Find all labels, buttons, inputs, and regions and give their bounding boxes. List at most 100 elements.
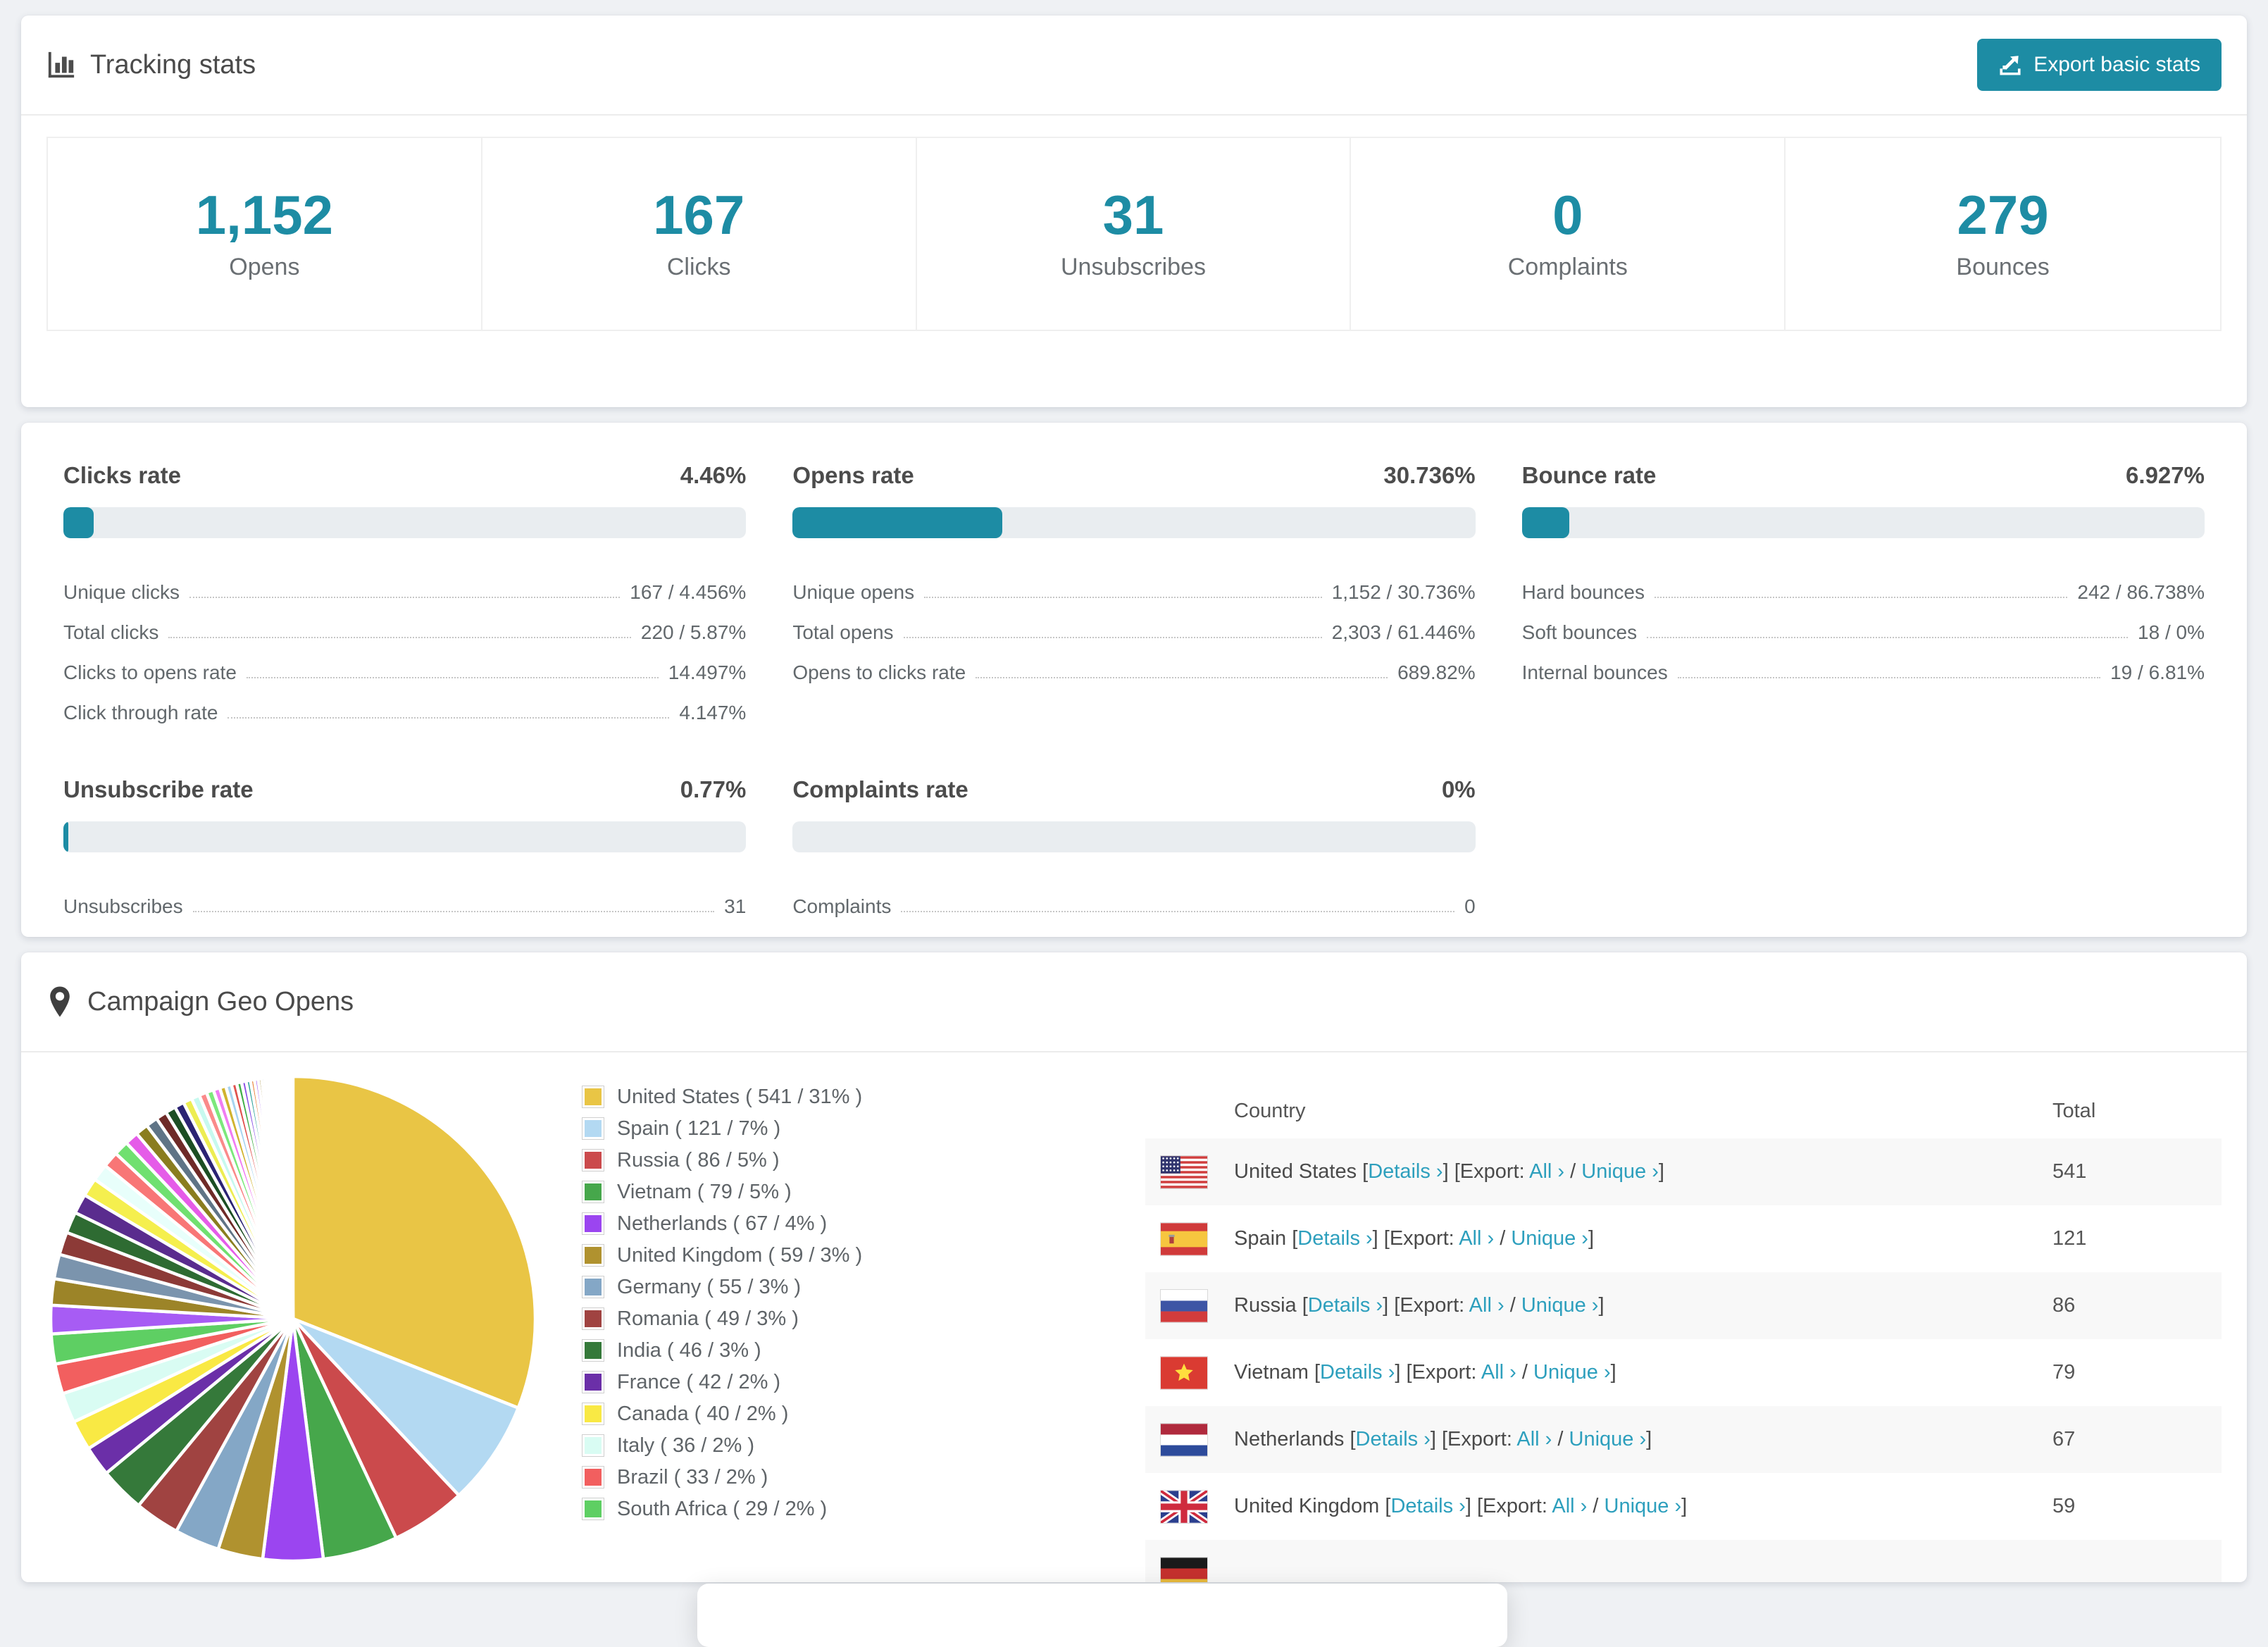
legend-item[interactable]: Romania ( 49 / 3% ) bbox=[582, 1307, 1145, 1331]
legend-swatch bbox=[582, 1244, 604, 1267]
export-all-link[interactable]: All › bbox=[1516, 1428, 1552, 1450]
map-marker-icon bbox=[50, 986, 70, 1017]
dotted-leader bbox=[189, 597, 621, 598]
legend-item[interactable]: Canada ( 40 / 2% ) bbox=[582, 1402, 1145, 1426]
rate-detail-row: Total opens 2,303 / 61.446% bbox=[792, 604, 1475, 644]
country-cell: Netherlands [Details ›] [Export: All › /… bbox=[1145, 1422, 2052, 1457]
opens-rate-value: 30.736% bbox=[1383, 462, 1476, 488]
pie-slice-other[interactable] bbox=[289, 1074, 295, 1319]
dotted-leader bbox=[246, 677, 659, 678]
details-link[interactable]: Details › bbox=[1368, 1160, 1443, 1183]
rate-detail-label: Click through rate bbox=[63, 702, 218, 723]
export-all-link[interactable]: All › bbox=[1459, 1227, 1494, 1250]
export-prefix: Export: bbox=[1459, 1160, 1525, 1183]
legend-swatch bbox=[582, 1181, 604, 1203]
export-icon bbox=[2000, 56, 2021, 75]
legend-item[interactable]: Spain ( 121 / 7% ) bbox=[582, 1117, 1145, 1141]
legend-item[interactable]: Netherlands ( 67 / 4% ) bbox=[582, 1212, 1145, 1236]
pie-legend: United States ( 541 / 31% ) Spain ( 121 /… bbox=[582, 1052, 1145, 1521]
legend-label: Canada ( 40 / 2% ) bbox=[617, 1403, 789, 1425]
export-all-link[interactable]: All › bbox=[1481, 1361, 1516, 1384]
ru-flag-icon bbox=[1160, 1288, 1208, 1323]
country-cell: Vietnam [Details ›] [Export: All › / Uni… bbox=[1145, 1355, 2052, 1390]
legend-item[interactable]: Italy ( 36 / 2% ) bbox=[582, 1434, 1145, 1458]
export-prefix: Export: bbox=[1400, 1294, 1465, 1317]
details-link[interactable]: Details › bbox=[1390, 1495, 1465, 1517]
rate-detail-label: Hard bounces bbox=[1521, 581, 1645, 603]
opens-rate-section: Opens rate 30.736% Unique opens 1,152 / 3… bbox=[792, 462, 1476, 724]
geo-table-header: Country Total bbox=[1145, 1083, 2222, 1138]
geo-pie-chart[interactable] bbox=[46, 1072, 540, 1565]
rate-detail-value: 2,303 / 61.446% bbox=[1331, 621, 1476, 643]
stat-clicks-value: 167 bbox=[653, 183, 745, 246]
export-all-link[interactable]: All › bbox=[1529, 1160, 1564, 1183]
stat-bounces-label: Bounces bbox=[1956, 253, 2050, 280]
legend-item[interactable]: Germany ( 55 / 3% ) bbox=[582, 1275, 1145, 1299]
country-cell: United States [Details ›] [Export: All ›… bbox=[1145, 1155, 2052, 1189]
total-column-header: Total bbox=[2052, 1099, 2096, 1122]
complaints-rate-value: 0% bbox=[1441, 776, 1476, 802]
stat-bounces: 279 Bounces bbox=[1786, 138, 2220, 330]
details-link[interactable]: Details › bbox=[1320, 1361, 1395, 1384]
export-unique-link[interactable]: Unique › bbox=[1605, 1495, 1682, 1517]
export-unique-link[interactable]: Unique › bbox=[1521, 1294, 1599, 1317]
export-all-link[interactable]: All › bbox=[1552, 1495, 1587, 1517]
legend-item[interactable]: Vietnam ( 79 / 5% ) bbox=[582, 1180, 1145, 1204]
export-unique-link[interactable]: Unique › bbox=[1533, 1361, 1611, 1384]
export-unique-link[interactable]: Unique › bbox=[1569, 1428, 1647, 1450]
rate-detail-row: Internal bounces 19 / 6.81% bbox=[1522, 644, 2205, 684]
clicks-rate-title: Clicks rate bbox=[63, 462, 181, 488]
legend-item[interactable]: France ( 42 / 2% ) bbox=[582, 1370, 1145, 1394]
export-button-label: Export basic stats bbox=[2033, 53, 2200, 76]
country-cell: Spain [Details ›] [Export: All › / Uniqu… bbox=[1145, 1222, 2052, 1256]
rate-detail-row: Unsubscribes 31 bbox=[63, 878, 746, 918]
details-link[interactable]: Details › bbox=[1297, 1227, 1372, 1250]
tracking-stats-title-text: Tracking stats bbox=[90, 49, 256, 80]
legend-item[interactable]: Brazil ( 33 / 2% ) bbox=[582, 1465, 1145, 1489]
slash-separator: / bbox=[1557, 1428, 1564, 1450]
next-card-partial bbox=[697, 1584, 1507, 1647]
export-unique-link[interactable]: Unique › bbox=[1581, 1160, 1659, 1183]
geo-table-row: Netherlands [Details ›] [Export: All › /… bbox=[1145, 1406, 2222, 1473]
legend-label: India ( 46 / 3% ) bbox=[617, 1339, 761, 1362]
details-link[interactable]: Details › bbox=[1356, 1428, 1431, 1450]
country-name: Spain bbox=[1234, 1227, 1287, 1250]
es-flag-icon bbox=[1160, 1222, 1208, 1256]
total-cell: 59 bbox=[2052, 1495, 2076, 1517]
legend-swatch bbox=[582, 1403, 604, 1425]
total-cell: 121 bbox=[2052, 1227, 2087, 1250]
legend-item[interactable]: India ( 46 / 3% ) bbox=[582, 1338, 1145, 1362]
legend-item[interactable]: United States ( 541 / 31% ) bbox=[582, 1085, 1145, 1109]
progress-fill bbox=[1521, 507, 1569, 538]
unsubscribe-rate-value: 0.77% bbox=[680, 776, 747, 802]
rate-detail-value: 18 / 0% bbox=[2138, 621, 2205, 643]
country-links-text: Netherlands [Details ›] [Export: All › /… bbox=[1234, 1428, 1652, 1450]
legend-swatch bbox=[582, 1466, 604, 1488]
geo-table-row bbox=[1145, 1540, 2222, 1582]
legend-item[interactable]: South Africa ( 29 / 2% ) bbox=[582, 1497, 1145, 1521]
tracking-stats-card: Tracking stats Export basic stats 1,152 … bbox=[21, 15, 2247, 407]
rate-detail-value: 19 / 6.81% bbox=[2110, 661, 2205, 683]
country-name: United States bbox=[1234, 1160, 1357, 1183]
export-all-link[interactable]: All › bbox=[1469, 1294, 1504, 1317]
legend-item[interactable]: United Kingdom ( 59 / 3% ) bbox=[582, 1243, 1145, 1267]
country-name: United Kingdom bbox=[1234, 1495, 1380, 1517]
stat-unsubscribes-label: Unsubscribes bbox=[1061, 253, 1206, 280]
total-cell: 86 bbox=[2052, 1294, 2076, 1317]
export-basic-stats-button[interactable]: Export basic stats bbox=[1977, 39, 2222, 91]
geo-card-title-text: Campaign Geo Opens bbox=[87, 986, 354, 1017]
progress-fill bbox=[63, 821, 69, 852]
export-unique-link[interactable]: Unique › bbox=[1511, 1227, 1588, 1250]
legend-item[interactable]: Russia ( 86 / 5% ) bbox=[582, 1148, 1145, 1172]
stats-summary-row: 1,152 Opens 167 Clicks 31 Unsubscribes 0… bbox=[46, 137, 2222, 331]
tracking-stats-header: Tracking stats Export basic stats bbox=[21, 15, 2247, 116]
stat-complaints: 0 Complaints bbox=[1351, 138, 1786, 330]
geo-table-body: United States [Details ›] [Export: All ›… bbox=[1145, 1138, 2222, 1582]
dotted-leader bbox=[192, 911, 715, 912]
us-flag-icon bbox=[1160, 1155, 1208, 1189]
geo-table: Country Total United States [Details ›] … bbox=[1145, 1083, 2222, 1582]
details-link[interactable]: Details › bbox=[1308, 1294, 1383, 1317]
geo-card-title: Campaign Geo Opens bbox=[46, 986, 354, 1018]
slash-separator: / bbox=[1570, 1160, 1576, 1183]
dotted-leader bbox=[924, 597, 1322, 598]
